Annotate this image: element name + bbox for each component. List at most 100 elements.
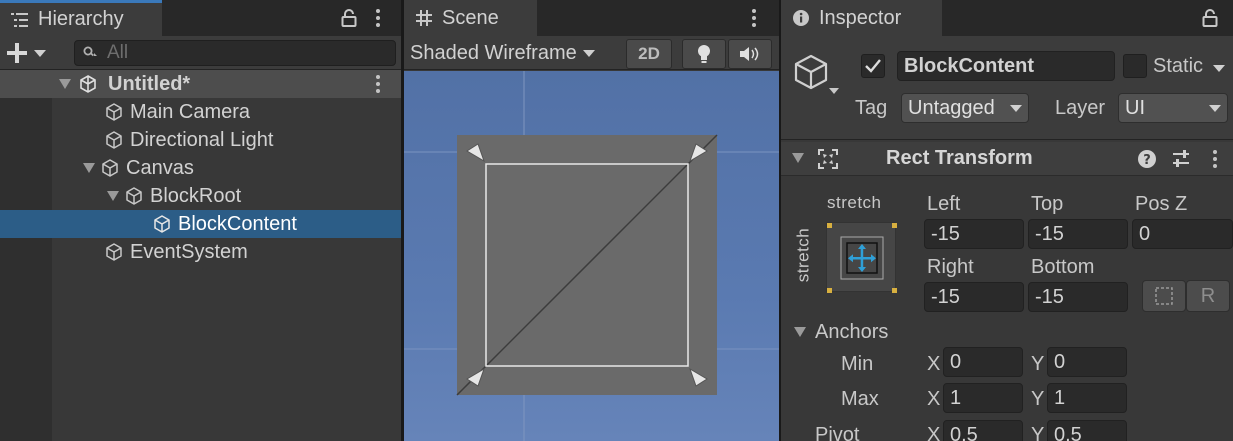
chevron-down-icon (1209, 104, 1221, 112)
info-icon (791, 8, 811, 28)
anchor-max-x-field[interactable]: 1 (943, 383, 1023, 413)
tab-scene[interactable]: Scene (404, 0, 537, 36)
presets-icon[interactable] (1171, 149, 1191, 169)
hierarchy-item-canvas[interactable]: Canvas (0, 154, 401, 182)
help-icon[interactable]: ? (1137, 149, 1157, 169)
anchors-collapse-triangle-icon[interactable] (793, 326, 807, 338)
anchors-section-label: Anchors (815, 321, 889, 343)
toggle-2d-label: 2D (638, 44, 660, 63)
anchor-min-x-field[interactable]: 0 (943, 347, 1023, 377)
raw-edit-button[interactable]: R (1186, 280, 1230, 312)
scene-viewport[interactable] (404, 71, 779, 441)
tag-dropdown[interactable]: Untagged (901, 93, 1029, 123)
scene-name: Untitled* (108, 72, 191, 95)
anchor-max-y-field[interactable]: 1 (1047, 383, 1127, 413)
blueprint-mode-button[interactable] (1142, 280, 1186, 312)
hierarchy-item-main-camera[interactable]: Main Camera (0, 98, 401, 126)
chevron-down-icon (1010, 104, 1022, 112)
left-field[interactable]: -15 (924, 219, 1024, 249)
top-value: -15 (1035, 222, 1064, 245)
layer-value: UI (1125, 96, 1145, 119)
bottom-value: -15 (1035, 285, 1064, 308)
pivot-x-label: X (927, 424, 941, 441)
rect-transform-header[interactable]: Rect Transform ? (781, 142, 1233, 176)
tab-hierarchy[interactable]: Hierarchy (0, 0, 162, 36)
add-object-button[interactable] (6, 40, 56, 66)
grid-hash-icon (414, 8, 434, 28)
hierarchy-search-input[interactable]: All (74, 40, 396, 66)
hierarchy-item-label: EventSystem (130, 240, 248, 263)
lock-icon[interactable] (341, 9, 357, 27)
tab-scene-label: Scene (442, 6, 499, 29)
raw-edit-label: R (1200, 284, 1216, 307)
object-name-value: BlockContent (904, 54, 1034, 77)
gameobject-cube-icon (106, 243, 122, 261)
posz-field[interactable]: 0 (1132, 219, 1233, 249)
gameobject-icon[interactable] (791, 52, 841, 102)
chevron-down-icon (582, 49, 595, 57)
hierarchy-item-label: Canvas (126, 156, 194, 179)
posz-value: 0 (1139, 222, 1151, 245)
scene-toolbar: Shaded Wireframe 2D (404, 36, 779, 70)
unity-logo-icon (80, 75, 96, 93)
hierarchy-item-blockcontent[interactable]: BlockContent (0, 210, 401, 238)
gameobject-cube-icon (154, 215, 170, 233)
toggle-2d-button[interactable]: 2D (626, 39, 672, 69)
scene-row[interactable]: Untitled* (0, 70, 401, 98)
expand-triangle-icon[interactable] (106, 189, 120, 203)
speaker-icon (740, 47, 759, 61)
shading-mode-dropdown[interactable]: Shaded Wireframe (410, 40, 595, 66)
audio-toggle-button[interactable] (728, 39, 772, 69)
component-menu-icon[interactable] (1205, 141, 1225, 177)
tag-label: Tag (855, 97, 888, 119)
hierarchy-menu-icon[interactable] (368, 0, 388, 36)
top-label: Top (1031, 193, 1064, 215)
bottom-field[interactable]: -15 (1028, 282, 1128, 312)
expand-triangle-icon[interactable] (58, 77, 72, 91)
hierarchy-item-label: BlockContent (178, 212, 297, 235)
anchor-min-y-label: Y (1031, 353, 1045, 375)
hierarchy-item-label: Main Camera (130, 100, 251, 123)
lighting-toggle-button[interactable] (682, 39, 726, 69)
anchor-max-x-label: X (927, 388, 941, 410)
scene-canvas-rect[interactable] (404, 71, 779, 441)
search-placeholder: All (107, 42, 129, 63)
hierarchy-toolbar: All (0, 36, 401, 70)
anchor-min-x-value: 0 (950, 350, 962, 373)
object-name-field[interactable]: BlockContent (897, 51, 1115, 81)
right-field[interactable]: -15 (924, 282, 1024, 312)
scene-menu-icon[interactable] (368, 66, 388, 102)
active-checkbox[interactable] (861, 54, 885, 78)
inspector-tabbar: Inspector (781, 0, 1233, 36)
hierarchy-item-blockroot[interactable]: BlockRoot (0, 182, 401, 210)
lock-icon[interactable] (1202, 9, 1218, 27)
pivot-x-field[interactable]: 0.5 (943, 420, 1023, 441)
anchor-preset-h-label: stretch (827, 193, 882, 212)
static-checkbox[interactable] (1123, 54, 1147, 78)
hierarchy-item-label: Directional Light (130, 128, 274, 151)
pivot-y-field[interactable]: 0.5 (1047, 420, 1127, 441)
collapse-triangle-icon[interactable] (791, 152, 805, 164)
tab-inspector[interactable]: Inspector (781, 0, 942, 36)
scene-panel: Scene Shaded Wireframe 2D (404, 0, 779, 441)
anchor-preset-v-label: stretch (793, 227, 813, 283)
search-icon (83, 46, 97, 57)
scene-menu-icon[interactable] (744, 0, 764, 36)
left-value: -15 (931, 222, 960, 245)
static-dropdown-icon[interactable] (1213, 65, 1225, 72)
plus-icon (7, 43, 27, 63)
gameobject-cube-icon (106, 131, 122, 149)
right-value: -15 (931, 285, 960, 308)
anchor-max-x-value: 1 (950, 386, 962, 409)
layer-dropdown[interactable]: UI (1118, 93, 1228, 123)
top-field[interactable]: -15 (1028, 219, 1128, 249)
hierarchy-item-label: BlockRoot (150, 184, 242, 207)
anchor-min-y-field[interactable]: 0 (1047, 347, 1127, 377)
left-label: Left (927, 193, 961, 215)
anchor-presets-button[interactable] (826, 222, 897, 293)
tab-hierarchy-label: Hierarchy (38, 8, 124, 30)
expand-triangle-icon[interactable] (82, 161, 96, 175)
hierarchy-item-directional-light[interactable]: Directional Light (0, 126, 401, 154)
pivot-y-value: 0.5 (1054, 423, 1082, 441)
hierarchy-item-eventsystem[interactable]: EventSystem (0, 238, 401, 266)
